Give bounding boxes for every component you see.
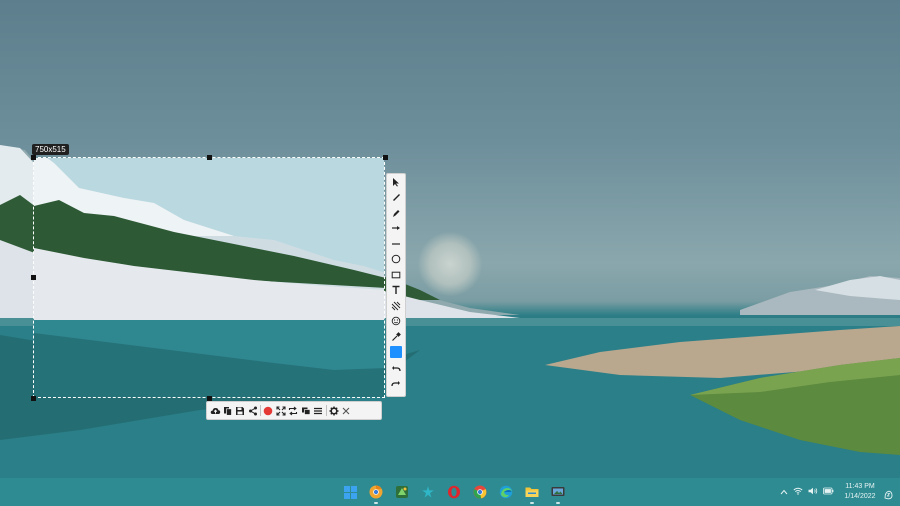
toolbar-separator bbox=[260, 405, 261, 416]
resize-handle-top-right[interactable] bbox=[383, 155, 388, 160]
notification-icon[interactable] bbox=[884, 487, 893, 505]
emoji-icon[interactable] bbox=[387, 314, 405, 330]
pin-icon[interactable] bbox=[300, 402, 313, 419]
ellipse-icon[interactable] bbox=[387, 252, 405, 268]
fullscreen-icon[interactable] bbox=[275, 402, 288, 419]
capture-selection-area[interactable] bbox=[33, 157, 385, 398]
upload-cloud-icon[interactable] bbox=[209, 402, 222, 419]
running-indicator bbox=[556, 502, 560, 504]
save-icon[interactable] bbox=[234, 402, 247, 419]
edge-icon[interactable] bbox=[493, 478, 519, 506]
repeat-icon[interactable] bbox=[287, 402, 300, 419]
opera-icon[interactable] bbox=[441, 478, 467, 506]
capture-actions-toolbar bbox=[206, 401, 382, 420]
redo-icon[interactable] bbox=[387, 376, 405, 392]
settings-gear-icon[interactable] bbox=[328, 402, 341, 419]
menu-icon[interactable] bbox=[312, 402, 325, 419]
file-explorer-icon[interactable] bbox=[519, 478, 545, 506]
selection-preview bbox=[34, 158, 384, 397]
select-arrow-icon[interactable] bbox=[387, 174, 405, 190]
text-icon[interactable] bbox=[387, 283, 405, 299]
clock-time: 11:43 PM bbox=[845, 483, 875, 490]
toolbar-separator bbox=[325, 405, 327, 416]
app-star-icon[interactable] bbox=[415, 478, 441, 506]
wifi-icon[interactable] bbox=[793, 487, 803, 497]
resize-handle-top-middle[interactable] bbox=[207, 155, 212, 160]
blur-icon[interactable] bbox=[387, 298, 405, 314]
chrome-icon[interactable] bbox=[467, 478, 493, 506]
resize-handle-middle-left[interactable] bbox=[31, 275, 36, 280]
taskbar: 11:43 PM 1/14/2022 bbox=[0, 478, 900, 506]
app-green-icon[interactable] bbox=[389, 478, 415, 506]
selection-dimensions-label: 750x515 bbox=[32, 144, 69, 155]
annotation-toolbar bbox=[386, 173, 406, 397]
color-swatch[interactable] bbox=[387, 345, 405, 361]
arrow-icon[interactable] bbox=[387, 221, 405, 237]
battery-icon[interactable] bbox=[823, 487, 834, 497]
pipette-icon[interactable] bbox=[387, 329, 405, 345]
screenshot-app-icon[interactable] bbox=[545, 478, 571, 506]
clock-date: 1/14/2022 bbox=[844, 493, 876, 500]
color-swatch-fill bbox=[390, 346, 402, 359]
share-icon[interactable] bbox=[247, 402, 260, 419]
rectangle-icon[interactable] bbox=[387, 267, 405, 283]
chevron-up-icon[interactable] bbox=[780, 487, 788, 497]
pen-icon[interactable] bbox=[387, 190, 405, 206]
taskbar-apps bbox=[337, 478, 571, 506]
close-icon[interactable] bbox=[340, 402, 353, 419]
marker-icon[interactable] bbox=[387, 205, 405, 221]
sun-glow bbox=[418, 232, 482, 296]
taskbar-clock[interactable]: 11:43 PM 1/14/2022 bbox=[838, 482, 882, 502]
running-indicator bbox=[530, 502, 534, 504]
resize-handle-bottom-left[interactable] bbox=[31, 396, 36, 401]
running-indicator bbox=[374, 502, 378, 504]
system-tray bbox=[780, 478, 834, 506]
record-icon[interactable] bbox=[262, 402, 275, 419]
windows-start-icon[interactable] bbox=[337, 478, 363, 506]
volume-icon[interactable] bbox=[808, 487, 818, 497]
resize-handle-top-left[interactable] bbox=[31, 155, 36, 160]
copy-icon[interactable] bbox=[222, 402, 235, 419]
chrome-canary-icon[interactable] bbox=[363, 478, 389, 506]
line-icon[interactable] bbox=[387, 236, 405, 252]
undo-icon[interactable] bbox=[387, 360, 405, 376]
